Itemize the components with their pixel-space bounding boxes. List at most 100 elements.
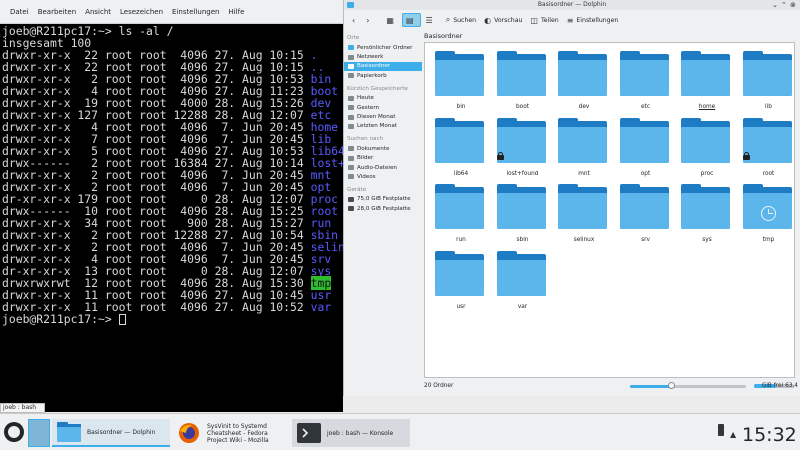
folder-label: sbin <box>516 237 529 243</box>
task-dolphin[interactable]: Basisordner — Dolphin <box>52 419 170 447</box>
maximize-icon[interactable]: ⌃ <box>781 1 787 9</box>
sidebar-item[interactable]: Dokumente <box>344 144 422 153</box>
calendar-icon <box>348 123 354 129</box>
sidebar-item[interactable]: Persönlicher Ordner <box>344 43 422 52</box>
sidebar-item[interactable]: Audio-Dateien <box>344 163 422 172</box>
dolphin-app-icon <box>347 2 354 8</box>
folder-item[interactable]: srv <box>615 180 670 246</box>
sidebar-item[interactable]: 75,0 GiB Festplatte <box>344 195 422 204</box>
folder-item[interactable]: sys <box>676 180 731 246</box>
sidebar-section-header: Geräte <box>347 186 367 193</box>
folder-item[interactable]: proc <box>676 114 731 180</box>
sidebar-section-header: Kürzlich Gespeicherte <box>347 85 408 92</box>
sidebar-item[interactable]: Gestern <box>344 103 422 112</box>
sidebar-item-label: Videos <box>357 173 376 180</box>
folder-label: lib <box>765 104 772 110</box>
taskbar: Basisordner — Dolphin SysVinit to System… <box>0 413 800 450</box>
clipboard-icon[interactable] <box>718 424 724 436</box>
expand-tray-icon[interactable]: ▲ <box>730 430 736 439</box>
menu-bearbeiten[interactable]: Bearbeiten <box>38 8 76 16</box>
zoom-slider[interactable] <box>630 382 746 389</box>
sidebar-item[interactable]: Bilder <box>344 154 422 163</box>
menu-einstellungen[interactable]: Einstellungen <box>172 8 219 16</box>
split-button[interactable]: ◫ Teilen <box>527 13 561 27</box>
sidebar-item[interactable]: Diesen Monat <box>344 112 422 121</box>
folder-icon <box>558 51 607 96</box>
dolphin-toolbar: ‹ › ▦ ▤ ☰ ⌕ Suchen ◐ Vorschau ◫ Teilen ≡ Ein… <box>344 10 800 30</box>
view-icons-button[interactable]: ▦ <box>383 13 400 27</box>
folder-icon <box>496 51 546 96</box>
menu-lesezeichen[interactable]: Lesezeichen <box>120 8 163 16</box>
folder-item[interactable]: tmp <box>738 180 793 246</box>
sidebar-section-header: Suchen nach <box>347 136 384 143</box>
folder-label: opt <box>640 170 651 177</box>
calendar-icon <box>348 95 354 101</box>
task-konsole-label: joeb : bash — Konsole <box>327 429 394 437</box>
folder-label: lost+found <box>506 170 539 177</box>
settings-button[interactable]: ≡ Einstellungen <box>564 13 622 27</box>
lock-icon <box>496 151 504 160</box>
folder-item[interactable]: selinux <box>553 180 608 246</box>
sidebar-item[interactable]: Videos <box>344 172 422 181</box>
folder-item[interactable]: etc <box>615 47 670 113</box>
folder-item[interactable]: mnt <box>553 114 608 180</box>
folder-icon <box>681 117 730 163</box>
terminal-output[interactable]: joeb@R211pc17:~> ls -al / insgesamt 100 dr… <box>0 24 343 412</box>
menu-ansicht[interactable]: Ansicht <box>85 8 111 16</box>
sidebar-item[interactable]: Basisordner <box>344 61 422 72</box>
close-icon[interactable]: ⊗ <box>790 1 796 9</box>
breadcrumb-current[interactable]: Basisordner <box>424 32 462 40</box>
chevron-right-icon: › <box>366 15 370 25</box>
view-compact-button[interactable]: ▤ <box>401 13 421 27</box>
sidebar-item-label: Bilder <box>357 155 374 162</box>
sidebar-item-label: Heute <box>357 95 374 102</box>
dolphin-titlebar[interactable]: Basisordner — Dolphin ⌄ ⌃ ⊗ <box>344 0 800 10</box>
network-icon <box>348 54 354 60</box>
folder-icon <box>619 117 669 163</box>
preview-label: Vorschau <box>494 16 523 24</box>
search-button[interactable]: ⌕ Suchen <box>443 13 479 27</box>
sidebar-item-label: Persönlicher Ordner <box>357 44 413 51</box>
folder-item[interactable]: usr <box>430 247 485 313</box>
folder-item[interactable]: sbin <box>492 180 547 246</box>
minimize-icon[interactable]: ⌄ <box>772 1 778 9</box>
folder-item[interactable]: lib64 <box>430 114 485 180</box>
menu-hilfe[interactable]: Hilfe <box>228 8 244 16</box>
folder-item[interactable]: bin <box>430 47 485 113</box>
folder-label: bin <box>456 104 466 110</box>
task-firefox[interactable]: SysVinit to Systemd Cheatsheet - Fedora … <box>172 419 290 447</box>
preview-button[interactable]: ◐ Vorschau <box>481 13 525 27</box>
folder-item[interactable]: lost+found <box>492 114 547 180</box>
folder-item[interactable]: var <box>492 247 547 313</box>
application-launcher-icon[interactable] <box>4 422 24 442</box>
folder-item[interactable]: root <box>738 114 793 180</box>
sidebar-item[interactable]: Heute <box>344 94 422 103</box>
virtual-desktop-pager[interactable] <box>28 419 50 447</box>
folder-item[interactable]: boot <box>492 47 547 113</box>
breadcrumb[interactable]: Basisordner <box>424 30 800 42</box>
folder-item[interactable]: lib <box>738 47 793 113</box>
folder-item[interactable]: home <box>676 47 731 113</box>
folder-item[interactable]: dev <box>553 47 608 113</box>
sidebar-item[interactable]: Papierkorb <box>344 71 422 80</box>
sidebar-item[interactable]: Letzten Monat <box>344 122 422 131</box>
back-button[interactable]: ‹ <box>349 13 361 27</box>
task-konsole[interactable]: joeb : bash — Konsole <box>292 419 410 447</box>
folder-view[interactable]: bin boot dev etc home lib lib64 lost+found mnt op… <box>424 42 795 378</box>
menu-datei[interactable]: Datei <box>10 8 29 16</box>
folder-item[interactable]: opt <box>615 114 670 180</box>
folder-label: home <box>698 104 716 110</box>
sidebar-item[interactable]: Netzwerk <box>344 52 422 61</box>
sidebar-item-label: Audio-Dateien <box>357 164 397 171</box>
sidebar-item[interactable]: 28,0 GiB Festplatte <box>344 204 422 213</box>
folder-icon <box>681 184 730 229</box>
folder-label: run <box>456 237 466 243</box>
view-details-button[interactable]: ☰ <box>423 13 439 27</box>
sidebar-item-label: Letzten Monat <box>357 123 397 130</box>
digital-clock[interactable]: 15:32 <box>742 424 797 446</box>
dolphin-window: Basisordner — Dolphin ⌄ ⌃ ⊗ ‹ › ▦ ▤ ☰ ⌕ S… <box>343 0 800 396</box>
forward-button[interactable]: › <box>363 13 375 27</box>
folder-item[interactable]: run <box>430 180 485 246</box>
zoom-slider-handle[interactable] <box>667 382 675 389</box>
terminal-line-text: joeb@R211pc17:~> <box>2 312 119 326</box>
